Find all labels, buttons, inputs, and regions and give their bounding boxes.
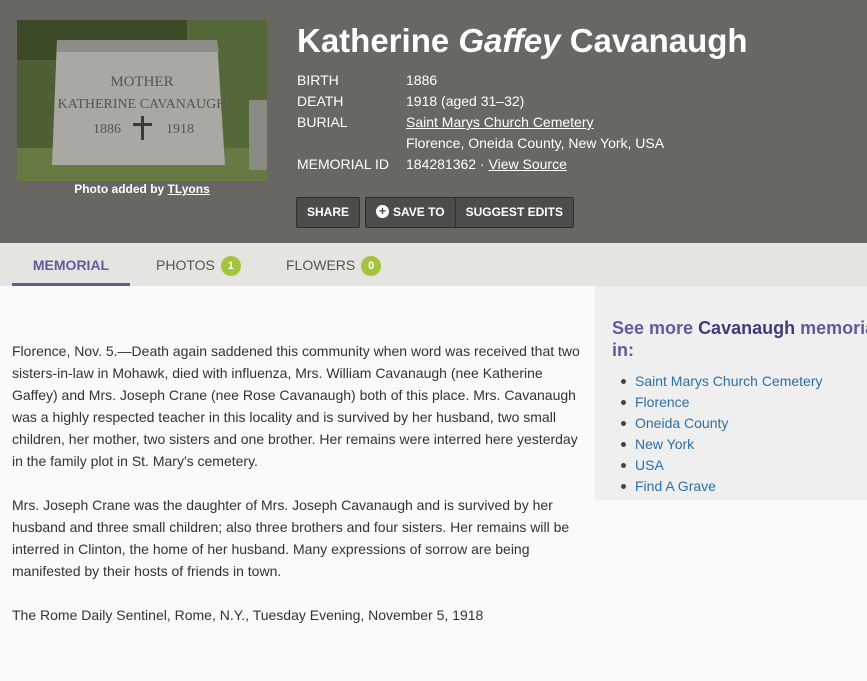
death-label: DEATH <box>297 93 344 109</box>
tab-memorial-label: MEMORIAL <box>32 257 110 273</box>
photo-caption-prefix: Photo added by <box>74 182 165 196</box>
save-to-label: SAVE TO <box>393 205 445 219</box>
photos-count-badge: 1 <box>220 256 241 276</box>
photo-contributor-link[interactable]: TLyons <box>168 182 210 196</box>
maiden-name: Gaffey <box>458 22 561 59</box>
see-more-link-cemetery[interactable]: Saint Marys Church Cemetery <box>635 373 823 389</box>
see-more-link-findagrave[interactable]: Find A Grave <box>635 478 716 494</box>
photo-caption: Photo added by TLyons <box>17 182 267 196</box>
see-more-link-country[interactable]: USA <box>635 457 664 473</box>
tab-photos-label: PHOTOS <box>156 257 215 273</box>
see-more-panel: See more Cavanaugh memorials in: Saint M… <box>595 286 867 500</box>
memorial-id-label: MEMORIAL ID <box>297 156 390 172</box>
memorial-id: 184281362 · <box>406 156 485 172</box>
headstone-photo[interactable]: MOTHER KATHERINE CAVANAUGH 1886 1918 <box>17 20 267 181</box>
see-more-prefix: See more <box>612 318 694 338</box>
death-value: 1918 (aged 31–32) <box>406 93 525 109</box>
tab-memorial[interactable]: MEMORIAL <box>12 243 130 286</box>
share-button[interactable]: SHARE <box>296 197 361 228</box>
birth-label: BIRTH <box>297 72 339 88</box>
epitaph-year-right: 1918 <box>166 122 194 137</box>
epitaph-year-left: 1886 <box>93 122 121 137</box>
list-item: Find A Grave <box>621 476 823 497</box>
bio-source: The Rome Daily Sentinel, Rome, N.Y., Tue… <box>12 607 484 623</box>
tab-flowers[interactable]: FLOWERS 0 <box>286 243 382 286</box>
tab-bar: MEMORIAL PHOTOS 1 FLOWERS 0 <box>0 243 867 286</box>
memorial-header: MOTHER KATHERINE CAVANAUGH 1886 1918 Pho… <box>0 0 867 243</box>
memorial-bio: Florence, Nov. 5.—Death again saddened t… <box>12 340 587 648</box>
last-name: Cavanaugh <box>569 22 748 59</box>
epitaph-line2: KATHERINE CAVANAUGH <box>58 97 227 112</box>
birth-value: 1886 <box>406 72 438 88</box>
memorial-id-value: 184281362 · View Source <box>406 156 567 172</box>
save-to-button[interactable]: + SAVE TO <box>366 198 455 227</box>
headstone-image: MOTHER KATHERINE CAVANAUGH 1886 1918 <box>17 20 267 181</box>
see-more-title: See more Cavanaugh memorials in: <box>612 317 867 361</box>
save-suggest-group: + SAVE TO SUGGEST EDITS <box>365 197 574 228</box>
epitaph-line1: MOTHER <box>110 74 173 90</box>
list-item: Saint Marys Church Cemetery <box>621 371 823 392</box>
tab-flowers-label: FLOWERS <box>286 257 356 273</box>
see-more-link-county[interactable]: Oneida County <box>635 415 728 431</box>
tab-photos[interactable]: PHOTOS 1 <box>156 243 241 286</box>
list-item: USA <box>621 455 823 476</box>
burial-location: Florence, Oneida County, New York, USA <box>406 135 665 151</box>
first-name: Katherine <box>297 22 450 59</box>
see-more-link-city[interactable]: Florence <box>635 394 689 410</box>
see-more-link-state[interactable]: New York <box>635 436 694 452</box>
burial-cemetery-link[interactable]: Saint Marys Church Cemetery <box>406 114 594 130</box>
list-item: Oneida County <box>621 413 823 434</box>
flowers-count-badge: 0 <box>361 256 382 276</box>
burial-label: BURIAL <box>297 114 348 130</box>
bio-paragraph: Florence, Nov. 5.—Death again saddened t… <box>12 343 580 469</box>
bio-paragraph: Mrs. Joseph Crane was the daughter of Mr… <box>12 497 570 579</box>
person-name: Katherine Gaffey Cavanaugh <box>297 22 748 60</box>
suggest-edits-button[interactable]: SUGGEST EDITS <box>454 198 573 227</box>
list-item: New York <box>621 434 823 455</box>
see-more-surname: Cavanaugh <box>698 318 796 338</box>
plus-circle-icon: + <box>376 205 390 218</box>
see-more-list: Saint Marys Church Cemetery Florence One… <box>621 371 823 497</box>
action-buttons: SHARE + SAVE TO SUGGEST EDITS <box>296 197 574 228</box>
list-item: Florence <box>621 392 823 413</box>
view-source-link[interactable]: View Source <box>489 156 567 172</box>
